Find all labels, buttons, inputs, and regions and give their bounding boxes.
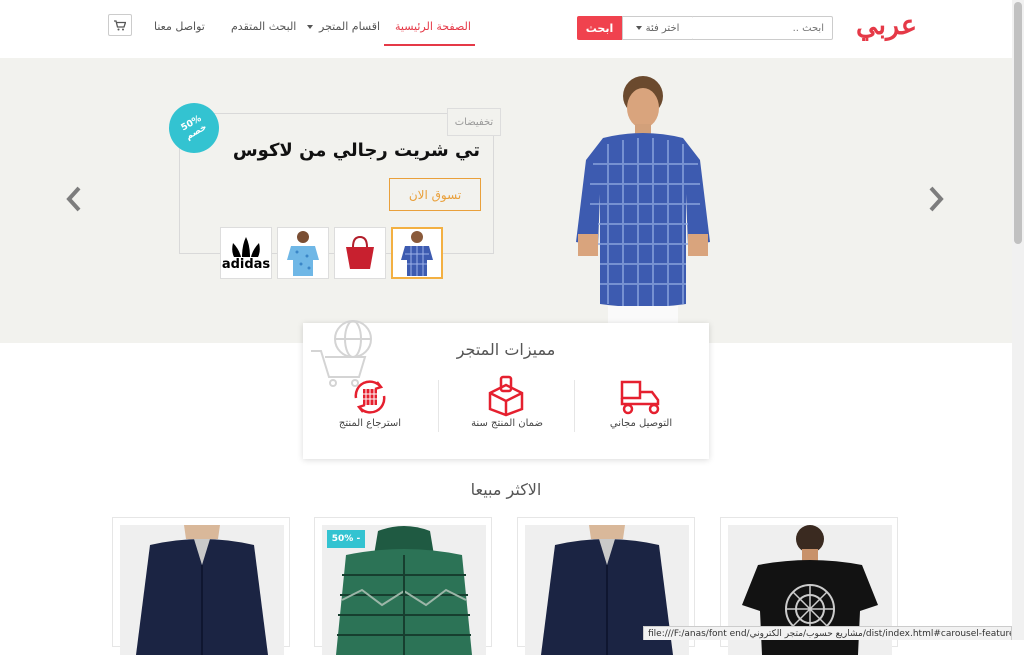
thumbnail-plaid-shirt[interactable] bbox=[391, 227, 443, 279]
shop-now-button[interactable]: تسوق الان bbox=[389, 178, 481, 211]
nav-home-underline bbox=[384, 44, 475, 46]
thumbnail-red-bag[interactable] bbox=[334, 227, 386, 279]
scrollbar-thumb[interactable] bbox=[1014, 2, 1022, 244]
features-title: مميزات المتجر bbox=[456, 340, 556, 359]
search-input[interactable] bbox=[691, 16, 833, 40]
product-card[interactable] bbox=[112, 517, 290, 655]
product-return-icon bbox=[354, 380, 386, 414]
search-button[interactable]: ابحث bbox=[577, 16, 622, 40]
chevron-left-icon bbox=[66, 186, 81, 212]
carousel-prev-button[interactable] bbox=[66, 186, 82, 218]
feature-warranty-label: ضمان المنتج سنة bbox=[471, 418, 543, 429]
nav-store-sections[interactable]: اقسام المتجر bbox=[307, 20, 380, 33]
nav-contact[interactable]: تواصل معنا bbox=[154, 20, 205, 33]
feature-free-delivery-label: التوصيل مجاني bbox=[609, 418, 673, 429]
hero-model-image bbox=[576, 76, 710, 323]
adidas-wordmark: adidas bbox=[221, 257, 271, 272]
carousel-next-button[interactable] bbox=[928, 186, 944, 218]
chevron-right-icon bbox=[929, 186, 944, 212]
cart-icon bbox=[114, 19, 126, 30]
thumbnail-blue-shirt[interactable] bbox=[277, 227, 329, 279]
discount-tag: تخفيضات bbox=[447, 108, 501, 136]
bestsellers-title: الاكثر مبيعا bbox=[470, 480, 542, 499]
browser-status-bar: file:///F:/anas/font end/مشاريع حسوب/متج… bbox=[643, 626, 1012, 640]
thumbnail-adidas[interactable]: adidas bbox=[220, 227, 272, 279]
chevron-down-icon bbox=[635, 26, 642, 30]
cart-button[interactable] bbox=[108, 14, 132, 36]
chevron-down-icon bbox=[307, 24, 313, 29]
category-select-label: اختر فئة bbox=[645, 22, 680, 34]
warranty-box-icon bbox=[488, 375, 524, 417]
blue-shirt-image bbox=[287, 231, 319, 276]
navy-blouse-image bbox=[136, 525, 268, 655]
plaid-shirt-image bbox=[401, 231, 433, 276]
nav-store-sections-label: اقسام المتجر bbox=[319, 20, 381, 33]
adidas-logo-icon bbox=[232, 237, 260, 257]
nav-home[interactable]: الصفحة الرئيسية bbox=[395, 20, 471, 33]
sale-badge: 50% - bbox=[327, 530, 365, 548]
delivery-scooter-icon bbox=[620, 380, 660, 415]
promo-title: تي شريت رجالي من لاكوس bbox=[232, 140, 480, 161]
logo[interactable]: عربي bbox=[856, 10, 917, 41]
nav-advanced-search[interactable]: البحث المتقدم bbox=[231, 20, 296, 33]
product-image bbox=[120, 525, 284, 655]
category-select[interactable]: اختر فئة bbox=[622, 16, 692, 40]
feature-divider bbox=[438, 380, 439, 432]
red-bag-image bbox=[346, 235, 374, 269]
feature-return-label: استرجاع المنتج bbox=[338, 418, 402, 429]
hero-carousel bbox=[0, 58, 1012, 343]
feature-divider bbox=[574, 380, 575, 432]
